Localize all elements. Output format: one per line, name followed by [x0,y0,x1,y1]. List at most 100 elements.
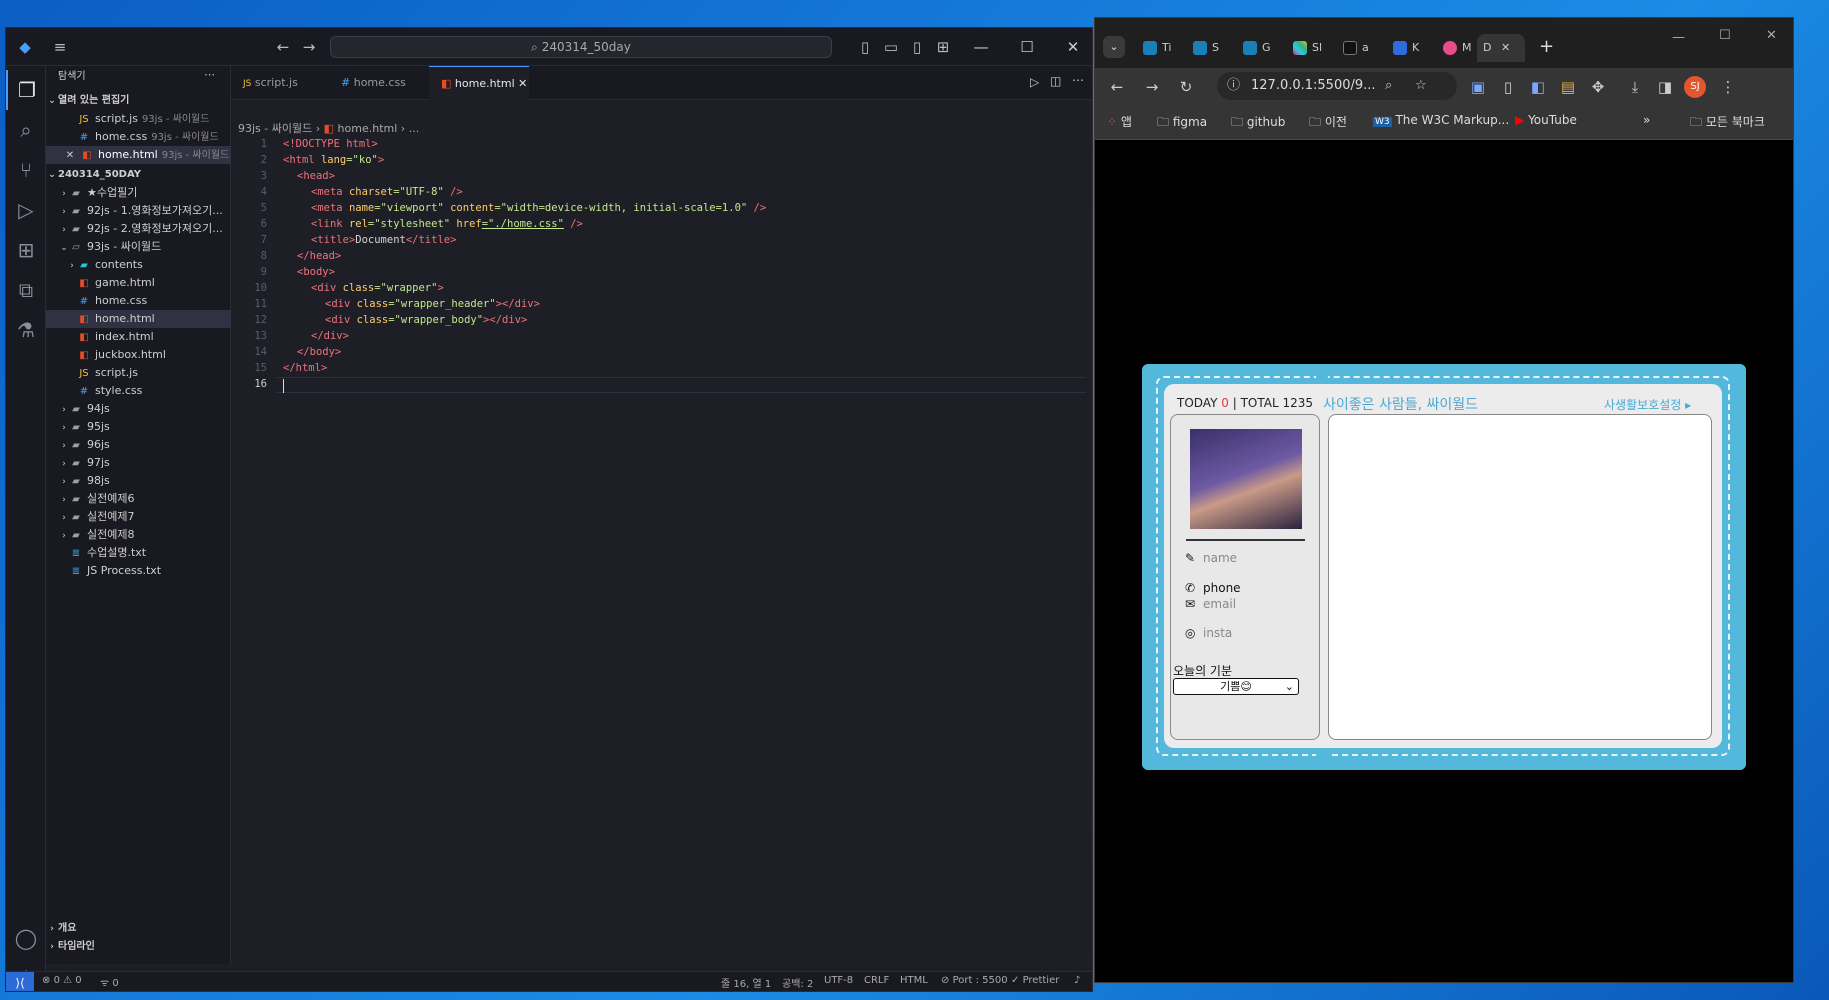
tree-folder[interactable]: › ▰ 실전예제6 [46,490,231,508]
profile-avatar[interactable]: SJ [1684,76,1706,98]
close-window-button[interactable]: ✕ [1050,28,1092,66]
outline-section[interactable]: › 개요 [46,920,231,938]
encoding[interactable]: UTF-8 [824,975,853,986]
tab-search-chevron-icon[interactable]: ⌄ [1103,36,1125,58]
browser-tab[interactable]: M [1435,34,1475,62]
tree-file[interactable]: ◧ index.html [46,328,231,346]
tree-folder-open[interactable]: ⌄ ▱ 93js - 싸이월드 [46,238,231,256]
browser-tab[interactable]: a [1335,34,1375,62]
tree-folder[interactable]: › ▰ 96js [46,436,231,454]
toggle-panel-icon[interactable]: ▭ [882,38,900,56]
language-mode[interactable]: HTML [900,975,928,986]
cursor-position[interactable]: 줄 16, 열 1 [721,975,771,990]
open-editors-header[interactable]: ⌄ 열려 있는 편집기 [46,92,231,110]
open-editor-item-active[interactable]: ✕ ◧ home.html 93js - 싸이월드 [46,146,231,164]
indentation[interactable]: 공백: 2 [782,975,813,990]
tree-folder[interactable]: › ▰ 94js [46,400,231,418]
tree-folder[interactable]: › ▰ 실전예제8 [46,526,231,544]
prettier-status[interactable]: ✓ Prettier [1011,975,1059,986]
chrome-menu-icon[interactable]: ⋮ [1717,76,1739,98]
tree-folder[interactable]: › ▰ 98js [46,472,231,490]
timeline-section[interactable]: › 타임라인 [46,938,231,956]
extension-icon[interactable]: ◧ [1527,76,1549,98]
workspace-header[interactable]: ⌄ 240314_50DAY [46,166,231,184]
problems-indicator[interactable]: ⊗ 0 ⚠ 0 [42,975,82,986]
tree-file[interactable]: JS script.js [46,364,231,382]
browser-tab[interactable]: Ti [1135,34,1175,62]
reload-icon[interactable]: ↻ [1175,76,1197,98]
tree-file[interactable]: # style.css [46,382,231,400]
command-center-search[interactable]: ⌕ 240314_50day [330,36,832,58]
back-arrow-icon[interactable]: ← [1106,76,1128,98]
extensions-puzzle-icon[interactable]: ✥ [1587,76,1609,98]
remote-indicator-icon[interactable]: ⟩⟨ [6,972,34,991]
tree-file[interactable]: ◧ juckbox.html [46,346,231,364]
browser-tab[interactable]: G [1235,34,1275,62]
run-icon[interactable]: ▷ [1030,75,1039,89]
line-ending[interactable]: CRLF [864,975,889,986]
code-editor[interactable]: 1 2 3 4 5 6 7 8 9 10 11 12 13 14 15 16 <… [231,138,1086,978]
bookmark-folder[interactable]: 🗀 github [1231,113,1285,134]
browser-tab[interactable]: S [1185,34,1225,62]
bookmark-folder[interactable]: 🗀 이전 [1309,113,1347,134]
tab-script-js[interactable]: JS script.js [231,66,329,100]
remote-explorer-icon[interactable]: ⧉ [6,270,46,310]
minimize-button[interactable]: — [958,28,1004,66]
notifications-bell-icon[interactable]: ♪ [1074,975,1080,986]
split-editor-icon[interactable]: ◫ [1050,74,1061,88]
extension-icon[interactable]: ▤ [1557,76,1579,98]
extensions-icon[interactable]: ⊞ [6,230,46,270]
maximize-button[interactable]: ☐ [1004,28,1050,66]
tree-folder[interactable]: › ▰ 92js - 1.영화정보가져오기... [46,202,231,220]
more-actions-icon[interactable]: ⋯ [1072,73,1084,87]
tab-home-css[interactable]: # home.css [329,66,429,100]
site-info-icon[interactable]: ⓘ [1227,72,1240,100]
close-window-button[interactable]: ✕ [1766,28,1777,43]
bookmark-link[interactable]: W3 The W3C Markup... [1373,113,1509,127]
menu-icon[interactable]: ≡ [51,38,69,56]
account-icon[interactable]: ◯ [6,918,46,958]
tree-file-selected[interactable]: ◧ home.html [46,310,231,328]
zoom-icon[interactable]: ⌕ [1385,72,1392,100]
maximize-button[interactable]: ☐ [1719,28,1731,43]
tree-file[interactable]: # home.css [46,292,231,310]
testing-icon[interactable]: ⚗ [6,310,46,350]
tree-folder[interactable]: › ▰ 92js - 2.영화정보가져오기... [46,220,231,238]
tree-file[interactable]: ◧ game.html [46,274,231,292]
bookmark-folder[interactable]: 🗀 figma [1157,113,1207,134]
customize-layout-icon[interactable]: ⊞ [934,38,952,56]
forward-arrow-icon[interactable]: → [300,38,318,56]
bookmarks-overflow-icon[interactable]: » [1643,113,1650,127]
breadcrumb-item[interactable]: ... [409,122,420,135]
toggle-sidebar-icon[interactable]: ▯ [856,38,874,56]
address-bar[interactable]: ⓘ 127.0.0.1:5500/9... ⌕ ☆ [1217,72,1457,100]
close-icon[interactable]: ✕ [64,147,76,164]
code-token[interactable]: ="./home.css" [482,218,564,230]
bookmark-link[interactable]: ▶ YouTube [1515,113,1577,127]
tree-folder[interactable]: › ▰ 실전예제7 [46,508,231,526]
tree-folder[interactable]: › ▰ ★수업필기 [46,184,231,202]
privacy-settings-link[interactable]: 사생활보호설정 ▸ [1604,396,1691,413]
tab-home-html[interactable]: ◧ home.html ✕ [429,66,529,100]
breadcrumb-item[interactable]: home.html [338,122,398,135]
more-actions-icon[interactable]: ⋯ [204,68,215,81]
all-bookmarks[interactable]: 🗀 모든 북마크 [1690,113,1765,134]
browser-tab[interactable]: Sl [1285,34,1325,62]
breadcrumb-item[interactable]: 93js - 싸이월드 [238,122,312,135]
minimize-button[interactable]: — [1672,30,1685,45]
browser-tab-active[interactable]: D ✕ [1477,34,1525,62]
open-editor-item[interactable]: # home.css 93js - 싸이월드 [46,128,231,146]
tree-folder[interactable]: › ▰ 95js [46,418,231,436]
bookmark-apps[interactable]: ⁘ 앱 [1107,113,1132,130]
new-tab-plus-icon[interactable]: + [1539,36,1554,57]
download-icon[interactable]: ⤓ [1624,76,1646,98]
run-debug-icon[interactable]: ▷ [6,190,46,230]
search-icon[interactable]: ⌕ [6,110,46,150]
browser-tab[interactable]: K [1385,34,1425,62]
extension-icon[interactable]: ▯ [1497,76,1519,98]
explorer-icon[interactable]: ❐ [6,70,46,110]
tree-file[interactable]: ≣ 수업설명.txt [46,544,231,562]
source-control-icon[interactable]: ⑂ [6,150,46,190]
toggle-secondary-sidebar-icon[interactable]: ▯ [908,38,926,56]
mood-select[interactable]: 기쁨😊 ⌄ [1173,678,1299,695]
